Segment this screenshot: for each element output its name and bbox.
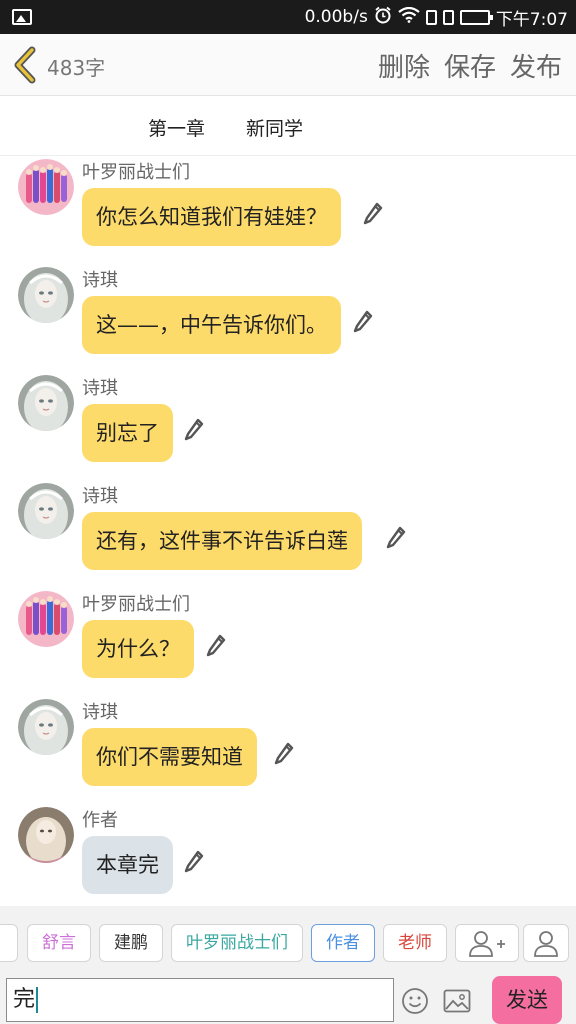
message-input[interactable]: 完	[6, 978, 394, 1022]
group-avatar[interactable]	[18, 591, 74, 647]
edit-pencil-icon[interactable]	[184, 850, 204, 874]
edit-pencil-icon[interactable]	[206, 634, 226, 658]
sender-name: 叶罗丽战士们	[82, 594, 190, 615]
sender-name: 诗琪	[82, 486, 118, 507]
role-chip-label: 建鹏	[114, 933, 148, 953]
clock: 下午7:07	[495, 9, 568, 30]
chapter-header[interactable]: 第一章 新同学	[0, 96, 576, 156]
role-chip[interactable]: 舒言	[27, 924, 91, 962]
message-bubble[interactable]: 你怎么知道我们有娃娃？	[82, 188, 341, 246]
doll-avatar[interactable]	[18, 483, 74, 539]
role-chip[interactable]: 老师	[383, 924, 447, 962]
edit-pencil-icon[interactable]	[274, 742, 294, 766]
delete-button[interactable]: 删除	[378, 47, 430, 84]
role-chip[interactable]: 建鹏	[99, 924, 163, 962]
role-chip-label: 老师	[398, 933, 432, 953]
image-icon	[12, 9, 32, 25]
save-button[interactable]: 保存	[444, 47, 496, 84]
composer: 完 发送	[0, 976, 576, 1024]
editor-toolbar: 483字 删除 保存 发布	[0, 34, 576, 96]
message-bubble[interactable]: 这——，中午告诉你们。	[82, 296, 341, 354]
role-chip-label: 舒言	[42, 933, 76, 953]
chapter-title: 新同学	[246, 118, 304, 140]
edit-pencil-icon[interactable]	[184, 418, 204, 442]
text-caret	[36, 987, 39, 1013]
author-avatar[interactable]	[18, 807, 74, 863]
send-button[interactable]: 发送	[492, 976, 562, 1024]
emoji-icon[interactable]	[401, 987, 429, 1015]
word-count: 483字	[47, 56, 106, 80]
role-chip-partial[interactable]	[0, 924, 18, 962]
message-bubble[interactable]: 为什么？	[82, 620, 194, 678]
role-selector[interactable]: 舒言 建鹏 叶罗丽战士们 作者 老师	[0, 906, 576, 976]
wifi-icon	[398, 6, 420, 28]
edit-pencil-icon[interactable]	[386, 526, 406, 550]
message-bubble[interactable]: 还有，这件事不许告诉白莲	[82, 512, 362, 570]
sim-icon	[442, 9, 454, 25]
sender-name: 诗琪	[82, 702, 118, 723]
doll-avatar[interactable]	[18, 267, 74, 323]
alarm-icon	[374, 6, 392, 29]
role-chip-label: 作者	[326, 933, 360, 953]
sender-name: 作者	[82, 810, 118, 831]
sender-name: 诗琪	[82, 378, 118, 399]
group-avatar[interactable]	[18, 159, 74, 215]
doll-avatar[interactable]	[18, 375, 74, 431]
back-chevron-icon[interactable]	[10, 46, 42, 84]
add-person-icon	[469, 931, 505, 957]
edit-pencil-icon[interactable]	[353, 310, 373, 334]
add-role-button[interactable]	[455, 924, 519, 962]
status-right: 0.00b/s 下午7:07	[305, 0, 568, 34]
battery-icon	[459, 9, 493, 25]
message-bubble[interactable]: 你们不需要知道	[82, 728, 257, 786]
chapter-number: 第一章	[148, 118, 206, 140]
role-chip[interactable]: 叶罗丽战士们	[171, 924, 303, 962]
person-icon	[534, 931, 558, 957]
edit-pencil-icon[interactable]	[363, 202, 383, 226]
role-manager-button[interactable]	[523, 924, 569, 962]
toolbar-actions: 删除 保存 发布	[378, 47, 562, 84]
network-speed: 0.00b/s	[304, 7, 368, 27]
sim-icon	[425, 9, 437, 25]
publish-button[interactable]: 发布	[510, 47, 562, 84]
sender-name: 叶罗丽战士们	[82, 162, 190, 183]
status-bar: 0.00b/s 下午7:07	[0, 0, 576, 34]
image-icon[interactable]	[443, 989, 471, 1013]
message-bubble[interactable]: 别忘了	[82, 404, 173, 462]
sender-name: 诗琪	[82, 270, 118, 291]
role-chip-label: 叶罗丽战士们	[186, 933, 288, 953]
role-chip-selected[interactable]: 作者	[311, 924, 375, 962]
doll-avatar[interactable]	[18, 699, 74, 755]
message-bubble[interactable]: 本章完	[82, 836, 173, 894]
message-list[interactable]: 叶罗丽战士们 你怎么知道我们有娃娃？ 诗琪 这——，中午告诉你们。 诗琪 别忘了…	[0, 156, 576, 906]
message-input-value: 完	[13, 987, 36, 1012]
